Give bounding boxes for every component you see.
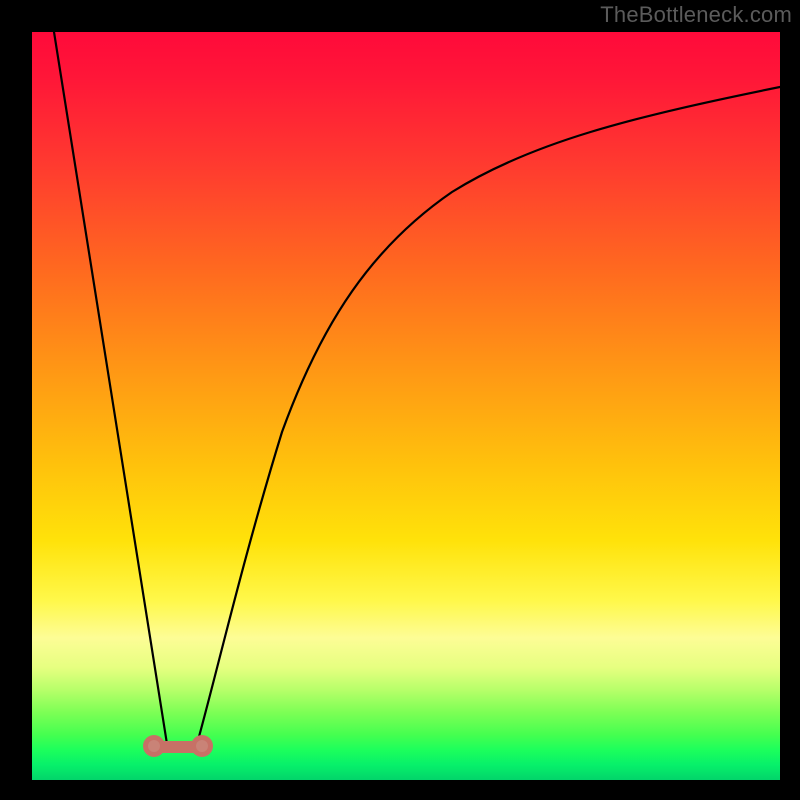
minimum-marker-left-inner (148, 740, 160, 752)
bottleneck-curve (32, 32, 780, 780)
plot-area (32, 32, 780, 780)
curve-right-segment (197, 87, 780, 744)
minimum-marker-right-inner (196, 740, 208, 752)
curve-left-segment (54, 32, 167, 744)
chart-frame: TheBottleneck.com (0, 0, 800, 800)
watermark-label: TheBottleneck.com (600, 2, 792, 28)
